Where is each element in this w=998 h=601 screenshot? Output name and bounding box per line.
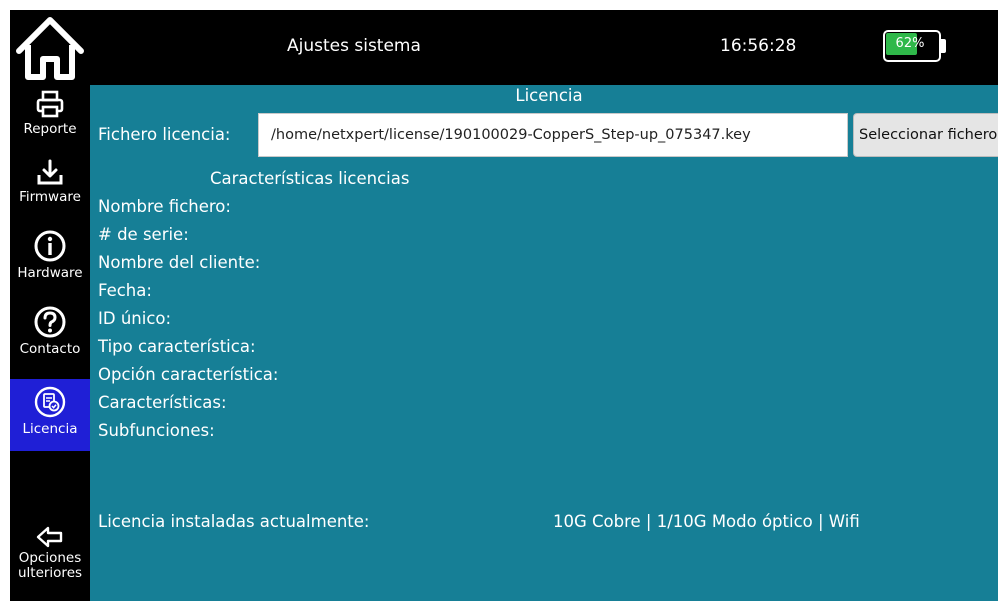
- field-label-opcion-caracteristica: Opción característica:: [98, 365, 279, 384]
- field-label-tipo-caracteristica: Tipo característica:: [98, 337, 256, 356]
- file-label: Fichero licencia:: [98, 125, 231, 144]
- field-label-numero-serie: # de serie:: [98, 225, 189, 244]
- page-title: Ajustes sistema: [287, 36, 421, 56]
- sidebar-item-opciones-ulteriores[interactable]: Opciones ulteriores: [10, 525, 90, 601]
- sidebar-item-label: Reporte: [23, 121, 77, 137]
- battery-indicator: 62%: [883, 30, 947, 62]
- sidebar-item-firmware[interactable]: Firmware: [10, 159, 90, 217]
- field-label-fecha: Fecha:: [98, 281, 152, 300]
- label-line-2: ulteriores: [17, 565, 83, 581]
- sidebar-item-contacto[interactable]: Contacto: [10, 305, 90, 373]
- sidebar: Reporte Firmware Hardware Contacto Licen…: [10, 85, 90, 601]
- battery-terminal: [941, 39, 946, 53]
- field-label-caracteristicas: Características:: [98, 393, 227, 412]
- sidebar-item-label: Firmware: [19, 189, 81, 205]
- home-button[interactable]: [10, 10, 90, 85]
- field-label-nombre-cliente: Nombre del cliente:: [98, 253, 261, 272]
- clock-display: 16:56:28: [720, 36, 797, 56]
- installed-license-value: 10G Cobre | 1/10G Modo óptico | Wifi: [553, 512, 860, 531]
- sidebar-item-label: Licencia: [22, 421, 78, 437]
- license-file-input[interactable]: [258, 113, 848, 157]
- sidebar-item-label: Hardware: [17, 265, 83, 281]
- main-panel: Licencia Fichero licencia: Seleccionar f…: [90, 85, 998, 601]
- sidebar-item-hardware[interactable]: Hardware: [10, 229, 90, 297]
- field-label-subfunciones: Subfunciones:: [98, 421, 215, 440]
- info-icon: [34, 230, 66, 262]
- question-icon: [34, 306, 66, 338]
- printer-icon: [36, 90, 64, 118]
- sidebar-item-label: Contacto: [19, 341, 81, 357]
- home-icon: [16, 16, 84, 80]
- screen-frame: Ajustes sistema 16:56:28 62% Reporte Fir…: [0, 0, 998, 601]
- battery-percent: 62%: [895, 36, 925, 51]
- installed-license-label: Licencia instaladas actualmente:: [98, 512, 370, 531]
- field-label-nombre-fichero: Nombre fichero:: [98, 197, 231, 216]
- section-title: Licencia: [515, 86, 583, 105]
- select-file-button[interactable]: Seleccionar fichero: [853, 113, 998, 157]
- label-line-1: Opciones: [18, 550, 82, 566]
- license-icon: [34, 386, 66, 418]
- features-heading: Características licencias: [210, 169, 410, 188]
- sidebar-item-reporte[interactable]: Reporte: [10, 89, 90, 147]
- field-label-id-unico: ID único:: [98, 309, 172, 328]
- sidebar-item-label: Opciones ulteriores: [18, 551, 82, 581]
- top-bar: Ajustes sistema 16:56:28 62%: [10, 10, 998, 85]
- download-icon: [37, 159, 63, 185]
- sidebar-item-licencia[interactable]: Licencia: [10, 379, 90, 451]
- arrow-left-icon: [36, 526, 63, 548]
